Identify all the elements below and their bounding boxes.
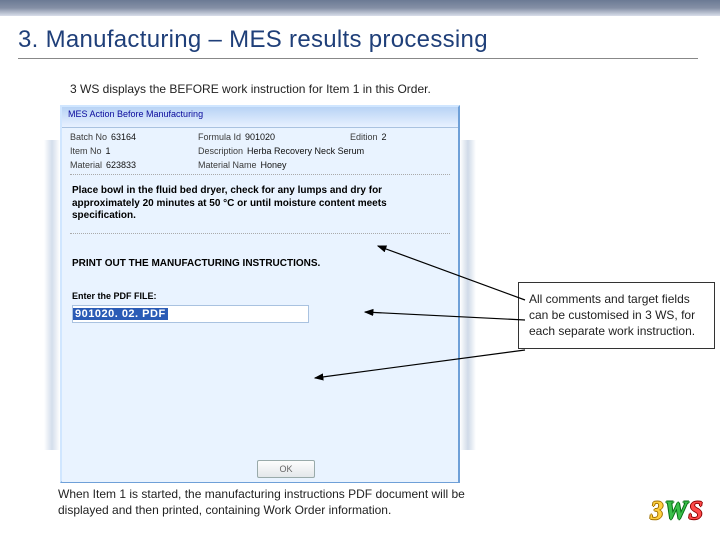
fields-row-1: Batch No 63164 Formula Id 901020 Edition… [62, 128, 458, 142]
formula-id-label: Formula Id [198, 132, 241, 142]
material-value: 623833 [106, 160, 136, 170]
mes-window-titlebar: MES Action Before Manufacturing [62, 107, 458, 128]
fields-row-2: Item No 1 Description Herba Recovery Nec… [62, 142, 458, 156]
material-label: Material [70, 160, 102, 170]
right-gutter-decor [460, 140, 476, 450]
batch-no-value: 63164 [111, 132, 136, 142]
title-underline [18, 58, 698, 59]
logo-w: W [664, 496, 688, 525]
description-value: Herba Recovery Neck Serum [247, 146, 364, 156]
left-gutter-decor [44, 140, 60, 450]
mes-window-body: Batch No 63164 Formula Id 901020 Edition… [62, 128, 458, 482]
edition-value: 2 [382, 132, 387, 142]
work-instruction-text: Place bowl in the fluid bed dryer, check… [62, 179, 458, 229]
logo-3ws: 3WS [650, 496, 704, 526]
description-label: Description [198, 146, 243, 156]
logo-3: 3 [650, 496, 664, 525]
slide-title: 3. Manufacturing – MES results processin… [18, 26, 698, 54]
formula-id-value: 901020 [245, 132, 275, 142]
item-no-label: Item No [70, 146, 102, 156]
pdf-file-value: 901020. 02. PDF [73, 308, 168, 320]
item-no-value: 1 [106, 146, 111, 156]
separator-1 [70, 174, 450, 175]
ok-button[interactable]: OK [257, 460, 315, 478]
material-name-label: Material Name [198, 160, 257, 170]
annotation-text: All comments and target fields can be cu… [529, 292, 695, 338]
slide-caption: 3 WS displays the BEFORE work instructio… [70, 82, 431, 96]
material-name-value: Honey [261, 160, 287, 170]
bottom-note: When Item 1 is started, the manufacturin… [52, 483, 484, 522]
batch-no-label: Batch No [70, 132, 107, 142]
enter-pdf-label: Enter the PDF FILE: [62, 271, 458, 303]
mes-window: MES Action Before Manufacturing Batch No… [60, 105, 460, 483]
annotation-callout: All comments and target fields can be cu… [518, 282, 715, 349]
print-instruction-text: PRINT OUT THE MANUFACTURING INSTRUCTIONS… [62, 256, 458, 271]
edition-label: Edition [350, 132, 378, 142]
title-block: 3. Manufacturing – MES results processin… [18, 26, 698, 59]
slide: 3. Manufacturing – MES results processin… [0, 0, 720, 540]
top-gradient [0, 0, 720, 16]
separator-2 [70, 233, 450, 234]
fields-row-3: Material 623833 Material Name Honey [62, 156, 458, 170]
ok-button-label: OK [279, 464, 292, 474]
pdf-file-input[interactable]: 901020. 02. PDF [72, 305, 309, 323]
logo-s: S [689, 496, 704, 525]
